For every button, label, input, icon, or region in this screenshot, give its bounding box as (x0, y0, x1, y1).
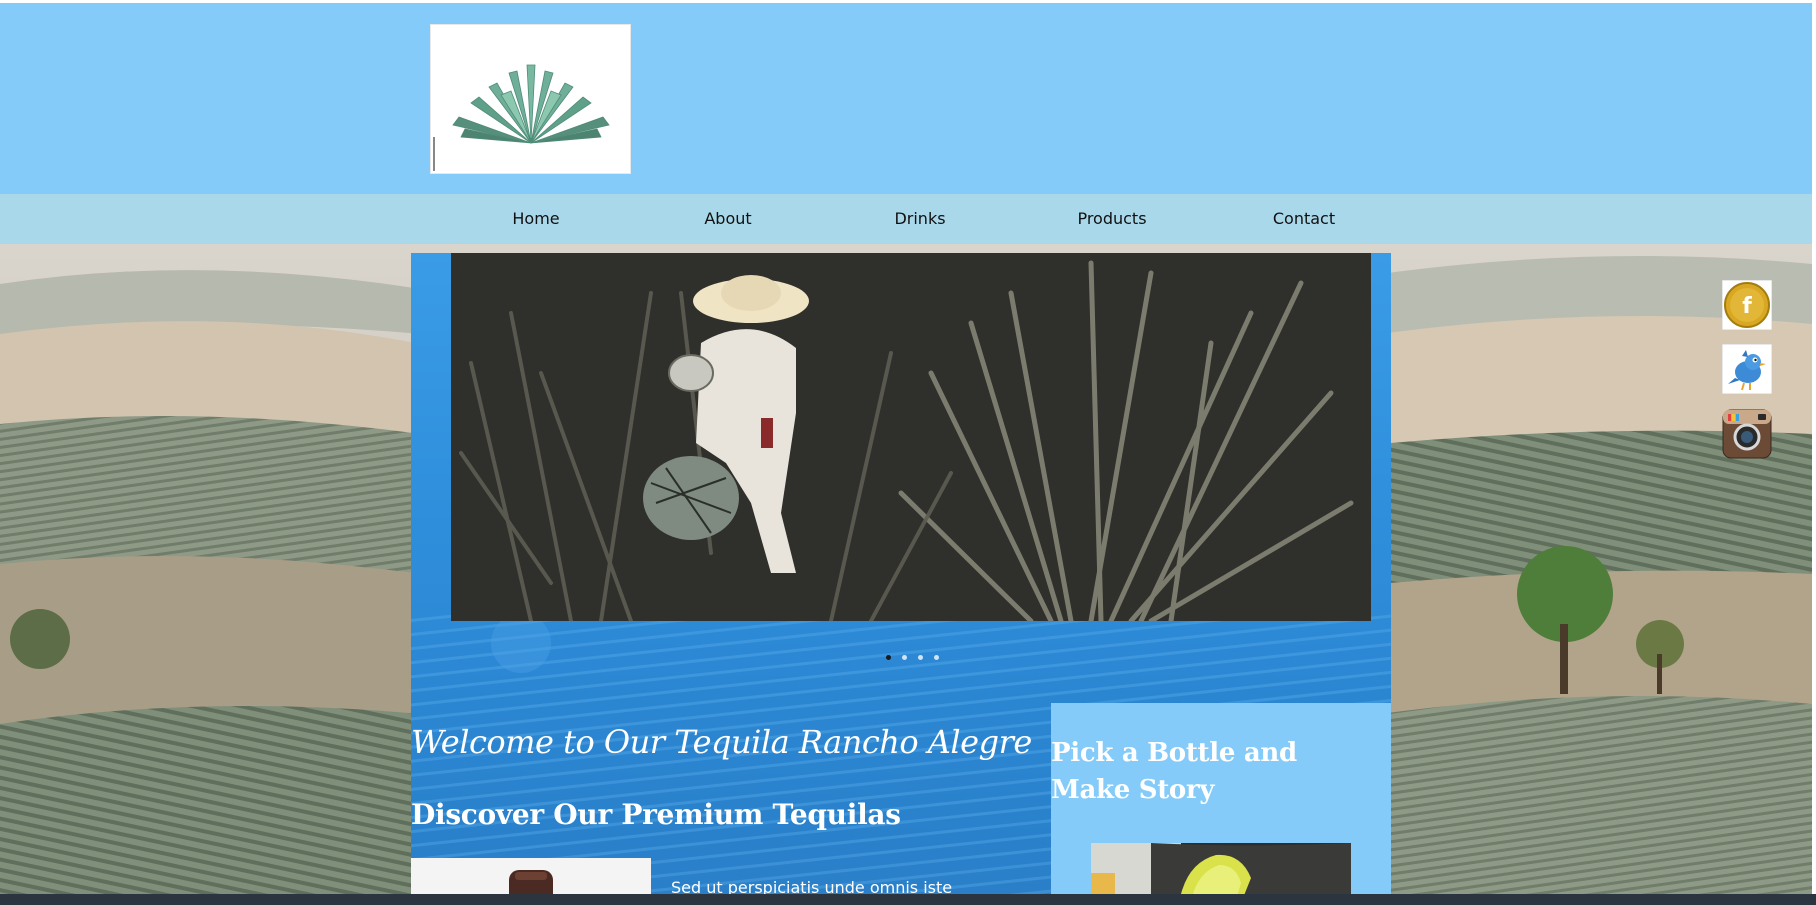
nav-products[interactable]: Products (1052, 194, 1172, 244)
discover-heading: Discover Our Premium Tequilas (411, 798, 901, 831)
nav-about[interactable]: About (668, 194, 788, 244)
intro-text: Sed ut perspiciatis unde omnis iste (671, 878, 953, 894)
agave-plant-logo-icon (433, 64, 610, 171)
instagram-icon (1722, 409, 1772, 459)
hero-slider[interactable] (451, 253, 1371, 621)
twitter-link[interactable] (1721, 343, 1773, 395)
agave-harvester-photo-icon (451, 253, 1371, 621)
nav-home[interactable]: Home (476, 194, 596, 244)
facebook-link[interactable]: f (1721, 279, 1773, 331)
tequila-shot-lime-photo-icon (1091, 843, 1351, 894)
facebook-icon: f (1721, 279, 1773, 331)
welcome-heading: Welcome to Our Tequila Rancho Alegre (411, 723, 1032, 761)
svg-text:f: f (1742, 294, 1752, 319)
slider-dot-4[interactable] (934, 655, 939, 660)
twitter-bird-icon (1721, 343, 1773, 395)
instagram-link[interactable] (1722, 409, 1772, 459)
slider-dot-3[interactable] (918, 655, 923, 660)
main-nav: Home About Drinks Products Contact (0, 194, 1812, 244)
pick-bottle-title: Pick a Bottle and Make Story (1051, 738, 1297, 805)
site-logo[interactable] (430, 24, 631, 174)
slider-dot-1[interactable] (886, 655, 891, 660)
tequila-shot-image[interactable] (1091, 843, 1351, 894)
nav-drinks[interactable]: Drinks (860, 194, 980, 244)
main-content: Welcome to Our Tequila Rancho Alegre Dis… (411, 253, 1391, 894)
nav-contact[interactable]: Contact (1244, 194, 1364, 244)
slider-dot-2[interactable] (902, 655, 907, 660)
bottom-strip (0, 894, 1816, 905)
page-edge (1812, 0, 1816, 894)
tequila-bottle-icon (411, 858, 651, 894)
bottle-thumbnail[interactable] (411, 858, 651, 894)
pick-bottle-box: Pick a Bottle and Make Story (1051, 703, 1391, 894)
site-header (0, 3, 1812, 194)
